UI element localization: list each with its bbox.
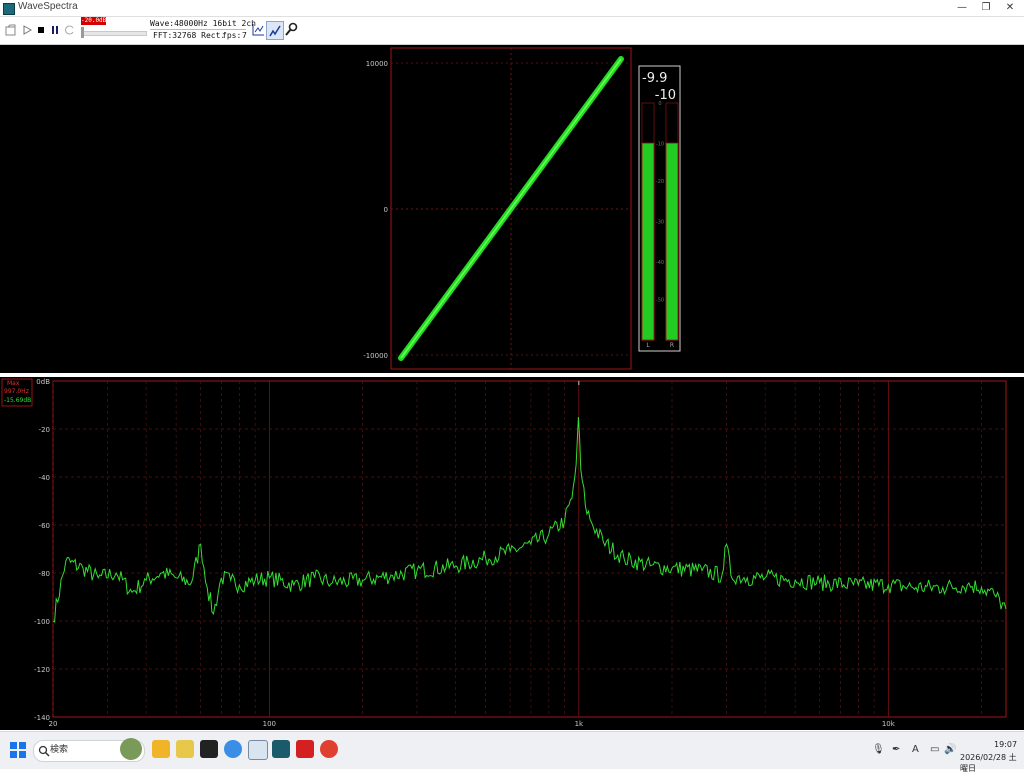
widgets-icon[interactable] xyxy=(120,738,142,760)
search-placeholder: 検索 xyxy=(50,745,69,755)
spectrum-view-icon[interactable] xyxy=(266,21,284,40)
search-icon xyxy=(38,745,50,757)
spectrum-x-label: 100 xyxy=(263,720,276,728)
terminal-icon[interactable] xyxy=(200,740,218,758)
spectrum-x-label: 1k xyxy=(575,720,584,728)
lissajous-ytick-bottom: -10000 xyxy=(363,352,388,360)
stop-icon[interactable] xyxy=(33,21,48,38)
app-icon-ball[interactable] xyxy=(320,740,338,758)
title-bar: WaveSpectra — ❐ ✕ xyxy=(0,0,1024,17)
minimize-button[interactable]: — xyxy=(949,0,975,15)
toolbar: -20.0dB Wave:48000Hz 16bit 2ch FFT:32768… xyxy=(0,17,1024,45)
spectrum-chart: 0dB-20-40-60-80-100-120-140 20 100 1k 10k M… xyxy=(1,378,1007,728)
fps-value: 7 xyxy=(242,31,247,40)
spectrum-y-label: -60 xyxy=(39,522,50,530)
meter-bar-right xyxy=(665,142,679,341)
readout-frequency: 997.0Hz xyxy=(4,388,29,395)
lissajous-ytick-mid: 0 xyxy=(384,206,388,214)
pen-icon[interactable]: ✒ xyxy=(892,744,900,755)
meter-channel-right: R xyxy=(670,342,674,349)
microphone-icon[interactable]: 🎙 xyxy=(872,744,885,755)
loop-icon[interactable] xyxy=(62,21,77,38)
taskbar: 検索 🎙 ✒ A ▭ 🔊 19:07 2026/02/28 土曜日 xyxy=(0,731,1024,773)
spectrum-line xyxy=(52,416,1007,623)
volume-icon[interactable]: 🔊 xyxy=(944,744,956,755)
app-icon xyxy=(3,3,15,15)
pause-icon[interactable] xyxy=(47,21,62,38)
play-icon[interactable] xyxy=(19,21,34,38)
meter-scale-label: -20 xyxy=(656,179,664,185)
spectrum-grid xyxy=(52,381,1006,717)
meter-left-db: -9.9 xyxy=(642,71,667,86)
clock-date[interactable]: 2026/02/28 土曜日 xyxy=(960,752,1024,774)
meter-scale-label: -30 xyxy=(656,220,664,226)
meter-bar-left xyxy=(641,142,655,341)
position-slider[interactable] xyxy=(81,31,147,36)
fft-info: FFT:32768 Rect. xyxy=(153,31,226,40)
position-slider-thumb[interactable] xyxy=(81,27,84,38)
clock-time[interactable]: 19:07 xyxy=(994,740,1017,749)
spectrum-y-label: -20 xyxy=(39,426,50,434)
start-button[interactable] xyxy=(10,742,26,758)
settings-wrench-icon[interactable] xyxy=(283,21,299,38)
chrome-icon[interactable] xyxy=(224,740,242,758)
spectrum-y-label: -100 xyxy=(34,618,50,626)
open-file-icon[interactable] xyxy=(3,21,18,38)
spectrum-y-label: -120 xyxy=(34,666,50,674)
pdf-reader-icon[interactable] xyxy=(296,740,314,758)
lissajous-ytick-top: 10000 xyxy=(366,60,388,68)
spectrum-x-label: 20 xyxy=(49,720,58,728)
restore-button[interactable]: ❐ xyxy=(973,0,999,15)
readout-level: -15.69dB xyxy=(4,397,31,404)
fps-label: fps: xyxy=(222,31,242,40)
meter-scale-label: 0 xyxy=(658,101,661,107)
spectrum-x-axis: 20 100 1k 10k xyxy=(49,720,896,728)
meter-scale-label: -50 xyxy=(656,298,664,304)
close-button[interactable]: ✕ xyxy=(997,0,1023,15)
meter-scale-label: -40 xyxy=(656,260,664,266)
meter-scale-label: -10 xyxy=(656,141,664,147)
spectrum-y-label: -40 xyxy=(39,474,50,482)
spectrum-y-label: -80 xyxy=(39,570,50,578)
info-divider xyxy=(150,29,246,30)
network-icon[interactable]: ▭ xyxy=(930,744,939,755)
media-player-icon[interactable] xyxy=(176,740,194,758)
spectrum-panel: 0dB -20 -40 -60 -80 -100 -120 -140 20 100 1k 10k M… xyxy=(0,377,1024,730)
waveform-view-icon[interactable] xyxy=(250,21,266,38)
wave-panel: 10000 0 -10000 -9.9 -10 0 -10 -20 -30 -40 -50… xyxy=(0,45,1024,373)
notepad-icon[interactable] xyxy=(248,740,268,760)
spectrum-y-axis: 0dB-20-40-60-80-100-120-140 xyxy=(34,378,50,722)
wave-info: Wave:48000Hz 16bit 2ch xyxy=(150,19,256,28)
spectrum-y-label: 0dB xyxy=(36,378,50,386)
readout-mode: Max xyxy=(7,380,20,387)
spectrum-frame xyxy=(52,380,1007,718)
ime-icon[interactable]: A xyxy=(912,744,919,755)
spectrum-x-label: 10k xyxy=(882,720,896,728)
lissajous-plot: 10000 0 -10000 -9.9 -10 0-10-20-30-40-50… xyxy=(363,47,681,370)
file-explorer-icon[interactable] xyxy=(152,740,170,758)
wavespectra-taskbar-icon[interactable] xyxy=(272,740,290,758)
window-title: WaveSpectra xyxy=(18,1,78,12)
input-level-indicator: -20.0dB xyxy=(81,17,107,25)
